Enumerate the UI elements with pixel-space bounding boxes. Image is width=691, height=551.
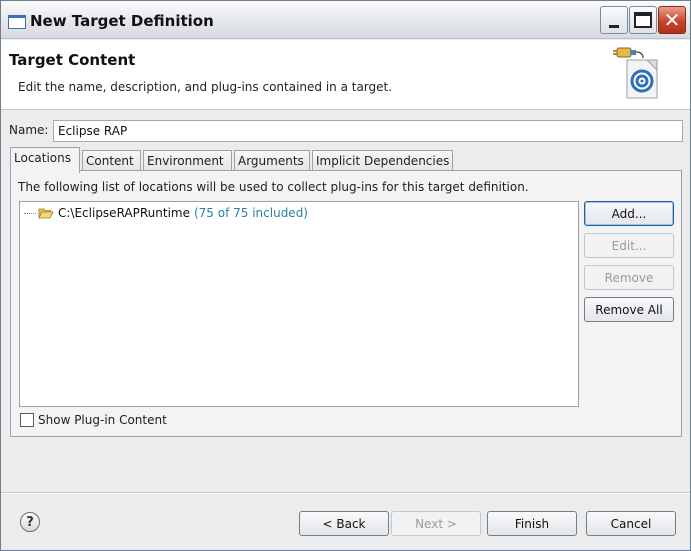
- new-target-definition-window: New Target Definition ✕ Target Content E…: [0, 0, 691, 551]
- show-plugin-content-option[interactable]: Show Plug-in Content: [20, 413, 167, 427]
- show-plugin-content-label: Show Plug-in Content: [38, 413, 167, 427]
- close-button[interactable]: ✕: [658, 6, 686, 34]
- minimize-button[interactable]: [600, 6, 628, 34]
- name-input[interactable]: [53, 120, 683, 142]
- location-path: C:\EclipseRAPRuntime: [58, 206, 190, 220]
- back-button[interactable]: < Back: [299, 511, 389, 536]
- name-label: Name:: [9, 123, 49, 137]
- help-icon[interactable]: ?: [20, 512, 40, 532]
- maximize-icon: [634, 12, 652, 28]
- add-button[interactable]: Add...: [584, 201, 674, 226]
- remove-all-button[interactable]: Remove All: [584, 297, 674, 322]
- window-title: New Target Definition: [30, 12, 214, 30]
- edit-button[interactable]: Edit...: [584, 233, 674, 258]
- page-description: Edit the name, description, and plug-ins…: [18, 80, 393, 94]
- locations-description: The following list of locations will be …: [18, 180, 529, 194]
- window-icon: [8, 15, 26, 29]
- cancel-button[interactable]: Cancel: [586, 511, 676, 536]
- tab-implicit-dependencies[interactable]: Implicit Dependencies: [312, 150, 453, 172]
- tree-connector: [24, 212, 36, 214]
- locations-panel: The following list of locations will be …: [10, 170, 682, 437]
- finish-button[interactable]: Finish: [487, 511, 577, 536]
- tab-content[interactable]: Content: [82, 150, 141, 172]
- footer-separator: [1, 492, 690, 494]
- tab-environment[interactable]: Environment: [143, 150, 232, 172]
- wizard-header: Target Content Edit the name, descriptio…: [1, 40, 690, 110]
- show-plugin-content-checkbox[interactable]: [20, 413, 34, 427]
- title-bar[interactable]: New Target Definition ✕: [1, 1, 690, 39]
- maximize-button[interactable]: [629, 6, 657, 34]
- folder-open-icon: [38, 208, 54, 219]
- close-icon: ✕: [663, 8, 681, 32]
- location-count: (75 of 75 included): [193, 206, 308, 220]
- page-title: Target Content: [9, 51, 136, 69]
- tab-locations[interactable]: Locations: [10, 147, 80, 173]
- target-plugin-graphic-icon: [613, 47, 658, 99]
- remove-button[interactable]: Remove: [584, 265, 674, 290]
- minimize-icon: [609, 24, 619, 28]
- tab-arguments[interactable]: Arguments: [234, 150, 310, 172]
- locations-tree[interactable]: C:\EclipseRAPRuntime (75 of 75 included): [19, 201, 579, 407]
- next-button[interactable]: Next >: [391, 511, 481, 536]
- location-item[interactable]: C:\EclipseRAPRuntime (75 of 75 included): [24, 206, 308, 220]
